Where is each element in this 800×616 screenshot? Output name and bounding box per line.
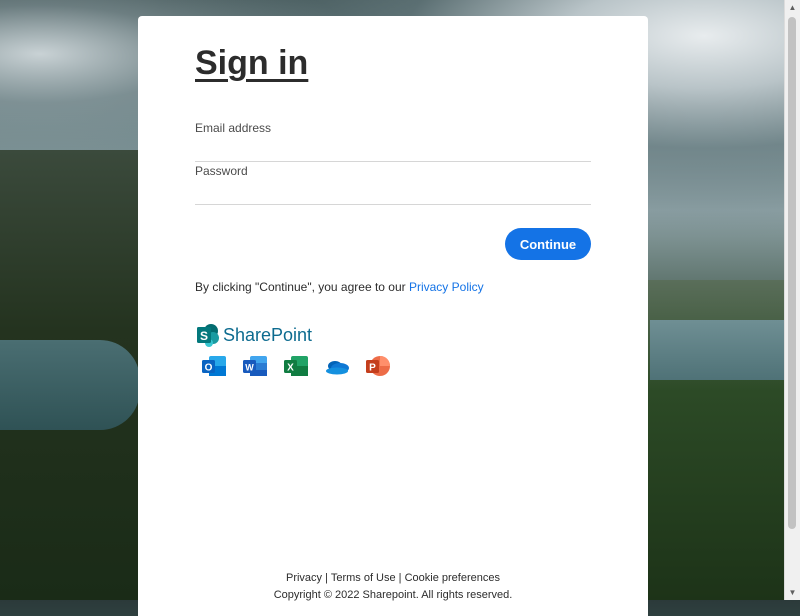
scroll-up-arrow-icon[interactable]: ▲ bbox=[785, 0, 800, 15]
footer-copyright: Copyright © 2022 Sharepoint. All rights … bbox=[273, 589, 513, 601]
svg-text:O: O bbox=[205, 363, 213, 374]
svg-text:X: X bbox=[287, 363, 294, 374]
password-label: Password bbox=[195, 164, 248, 178]
password-field-group: Password bbox=[195, 164, 591, 205]
footer-privacy-link[interactable]: Privacy bbox=[286, 572, 322, 584]
sharepoint-brand-name: SharePoint bbox=[223, 324, 313, 345]
email-field-group: Email address bbox=[195, 121, 591, 162]
background-lake-right bbox=[650, 320, 800, 380]
email-label: Email address bbox=[195, 121, 272, 135]
consent-text: By clicking "Continue", you agree to our… bbox=[195, 280, 484, 294]
password-input[interactable] bbox=[195, 182, 591, 205]
svg-text:P: P bbox=[369, 363, 376, 374]
powerpoint-icon: P bbox=[365, 353, 391, 379]
footer-links: Privacy | Terms of Use | Cookie preferen… bbox=[138, 572, 648, 584]
page-title: Sign in bbox=[195, 44, 309, 82]
background-lake-left bbox=[0, 340, 140, 430]
consent-statement: By clicking "Continue", you agree to our bbox=[195, 280, 409, 294]
outlook-icon: O bbox=[201, 353, 227, 379]
footer-separator: | bbox=[322, 572, 331, 584]
footer-separator: | bbox=[395, 572, 405, 584]
excel-icon: X bbox=[283, 353, 309, 379]
email-input[interactable] bbox=[195, 139, 591, 162]
continue-button[interactable]: Continue bbox=[505, 228, 591, 260]
word-icon: W bbox=[242, 353, 268, 379]
footer-cookie-preferences-link[interactable]: Cookie preferences bbox=[405, 572, 500, 584]
onedrive-icon bbox=[324, 353, 350, 379]
svg-text:W: W bbox=[245, 363, 254, 373]
sharepoint-logo: S SharePoint bbox=[196, 323, 312, 347]
sign-in-card: Sign in Email address Password Continue … bbox=[138, 16, 648, 616]
svg-text:S: S bbox=[200, 329, 208, 343]
app-icons-row: O W X P bbox=[201, 353, 406, 379]
scroll-down-arrow-icon[interactable]: ▼ bbox=[785, 585, 800, 600]
privacy-policy-link[interactable]: Privacy Policy bbox=[409, 280, 484, 294]
scrollbar-thumb[interactable] bbox=[788, 17, 796, 529]
footer-terms-link[interactable]: Terms of Use bbox=[331, 572, 396, 584]
vertical-scrollbar[interactable]: ▲ ▼ bbox=[784, 0, 800, 600]
sharepoint-icon: S bbox=[196, 323, 220, 347]
